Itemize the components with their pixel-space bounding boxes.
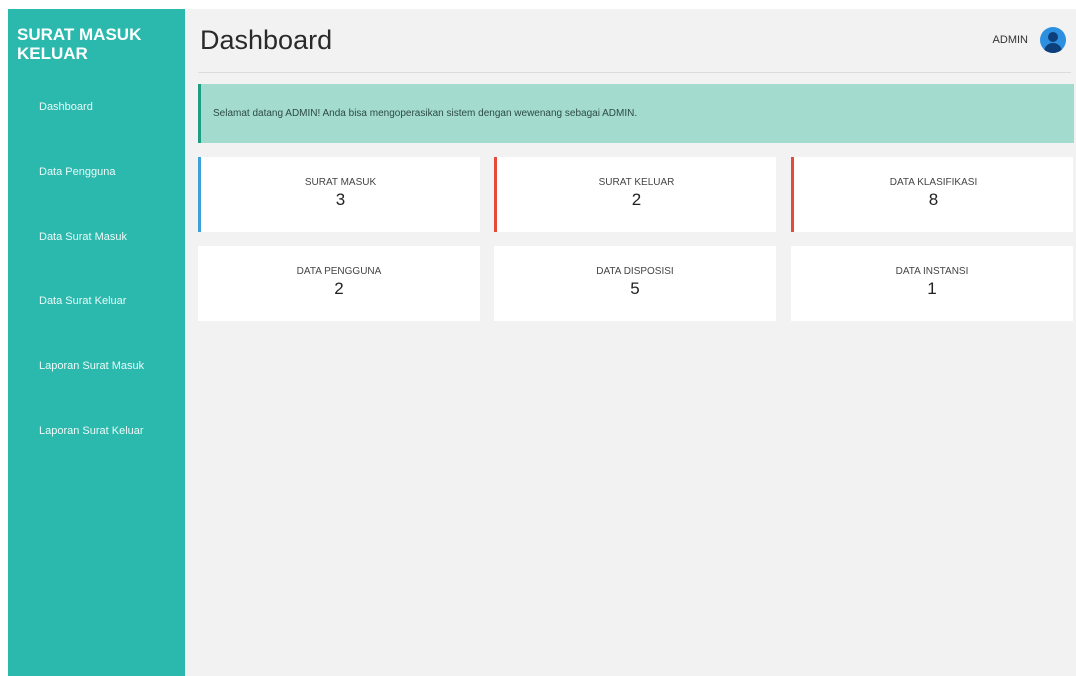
card-data-instansi[interactable]: DATA INSTANSI 1 xyxy=(791,246,1073,321)
avatar-head xyxy=(1048,32,1058,42)
app-brand[interactable]: SURAT MASUK KELUAR xyxy=(17,25,177,63)
avatar-body xyxy=(1044,43,1062,53)
page-title: Dashboard xyxy=(200,25,333,55)
card-data-disposisi[interactable]: DATA DISPOSISI 5 xyxy=(494,246,776,321)
main-content: Dashboard ADMIN Selamat datang ADMIN! An… xyxy=(185,9,1076,676)
card-label: DATA PENGGUNA xyxy=(296,266,382,277)
card-label: DATA DISPOSISI xyxy=(596,266,674,277)
card-value: 2 xyxy=(334,279,344,298)
card-value: 8 xyxy=(928,190,939,209)
card-surat-masuk[interactable]: SURAT MASUK 3 xyxy=(198,157,480,232)
card-surat-keluar[interactable]: SURAT KELUAR 2 xyxy=(494,157,776,232)
sidebar-item-data-surat-keluar[interactable]: Data Surat Keluar xyxy=(39,295,126,307)
sidebar-item-data-pengguna[interactable]: Data Pengguna xyxy=(39,166,115,178)
sidebar: SURAT MASUK KELUAR Dashboard Data Penggu… xyxy=(8,9,185,676)
card-data-pengguna[interactable]: DATA PENGGUNA 2 xyxy=(198,246,480,321)
sidebar-item-laporan-surat-masuk[interactable]: Laporan Surat Masuk xyxy=(39,360,144,372)
sidebar-item-laporan-surat-keluar[interactable]: Laporan Surat Keluar xyxy=(39,425,144,437)
welcome-alert-text: Selamat datang ADMIN! Anda bisa mengoper… xyxy=(213,108,638,119)
card-value: 5 xyxy=(630,279,640,298)
sidebar-item-dashboard[interactable]: Dashboard xyxy=(39,101,93,113)
card-data-klasifikasi[interactable]: DATA KLASIFIKASI 8 xyxy=(791,157,1073,232)
user-avatar-icon[interactable] xyxy=(1040,27,1066,53)
card-value: 1 xyxy=(927,279,937,298)
card-label: SURAT MASUK xyxy=(304,177,377,188)
header-divider xyxy=(198,72,1071,73)
user-menu[interactable]: ADMIN xyxy=(993,27,1066,53)
sidebar-item-data-surat-masuk[interactable]: Data Surat Masuk xyxy=(39,231,127,243)
user-name[interactable]: ADMIN xyxy=(993,34,1028,46)
card-label: DATA INSTANSI xyxy=(895,266,969,277)
card-value: 3 xyxy=(335,190,346,209)
welcome-alert: Selamat datang ADMIN! Anda bisa mengoper… xyxy=(198,84,1074,143)
card-label: SURAT KELUAR xyxy=(598,177,675,188)
card-label: DATA KLASIFIKASI xyxy=(889,177,978,188)
card-value: 2 xyxy=(631,190,642,209)
